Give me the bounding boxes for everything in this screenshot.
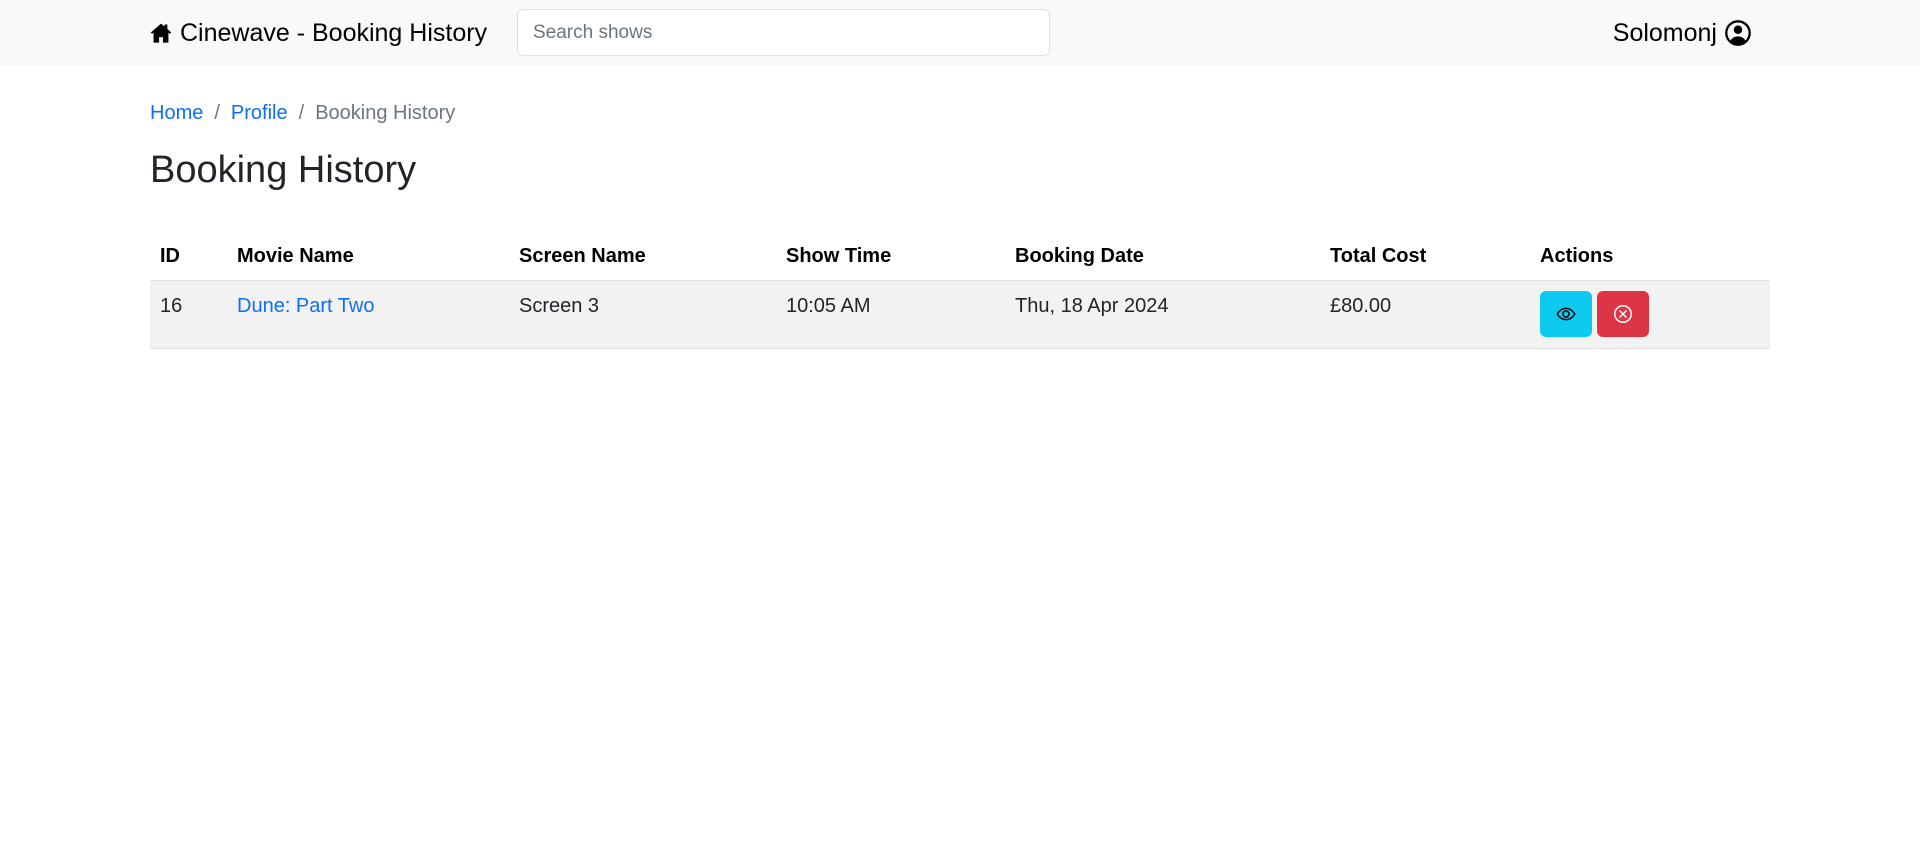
view-booking-button[interactable] <box>1540 290 1592 337</box>
house-icon <box>150 22 172 44</box>
cell-total-cost: £80.00 <box>1320 280 1530 349</box>
breadcrumb-profile[interactable]: Profile <box>231 102 288 125</box>
header-id: ID <box>150 233 227 281</box>
breadcrumb-current: Booking History <box>315 101 456 124</box>
movie-link[interactable]: Dune: Part Two <box>237 295 374 317</box>
page-title: Booking History <box>150 149 417 191</box>
cancel-booking-button[interactable] <box>1597 290 1649 337</box>
cell-actions <box>1530 280 1770 349</box>
person-circle-icon <box>1725 20 1751 46</box>
search-input[interactable] <box>517 9 1050 56</box>
header-movie-name: Movie Name <box>227 233 509 281</box>
navbar: Cinewave - Booking History Solomonj <box>0 0 1920 66</box>
brand-link[interactable]: Cinewave - Booking History <box>150 16 487 50</box>
username-label: Solomonj <box>1612 18 1717 47</box>
booking-table: ID Movie Name Screen Name Show Time Book… <box>150 233 1770 349</box>
table-row: 16 Dune: Part Two Screen 3 10:05 AM Thu,… <box>150 280 1770 349</box>
header-show-time: Show Time <box>776 233 1005 281</box>
breadcrumb-home[interactable]: Home <box>150 102 203 125</box>
header-actions: Actions <box>1530 233 1770 281</box>
breadcrumb-separator: / <box>214 101 220 124</box>
brand-label: Cinewave - Booking History <box>180 18 488 47</box>
cell-movie-name: Dune: Part Two <box>227 280 509 349</box>
cell-id: 16 <box>150 280 227 349</box>
action-buttons <box>1540 290 1760 337</box>
header-screen-name: Screen Name <box>509 233 776 281</box>
header-total-cost: Total Cost <box>1320 233 1530 281</box>
cell-screen-name: Screen 3 <box>509 280 776 349</box>
cell-show-time: 10:05 AM <box>776 280 1005 349</box>
eye-icon <box>1556 304 1576 324</box>
breadcrumb-separator: / <box>298 101 305 124</box>
user-menu[interactable]: Solomonj <box>1613 16 1751 50</box>
breadcrumb: Home / Profile / Booking History <box>150 100 455 126</box>
cell-booking-date: Thu, 18 Apr 2024 <box>1005 280 1320 349</box>
x-circle-icon <box>1613 304 1633 324</box>
header-booking-date: Booking Date <box>1005 233 1320 281</box>
table-header-row: ID Movie Name Screen Name Show Time Book… <box>150 233 1770 281</box>
